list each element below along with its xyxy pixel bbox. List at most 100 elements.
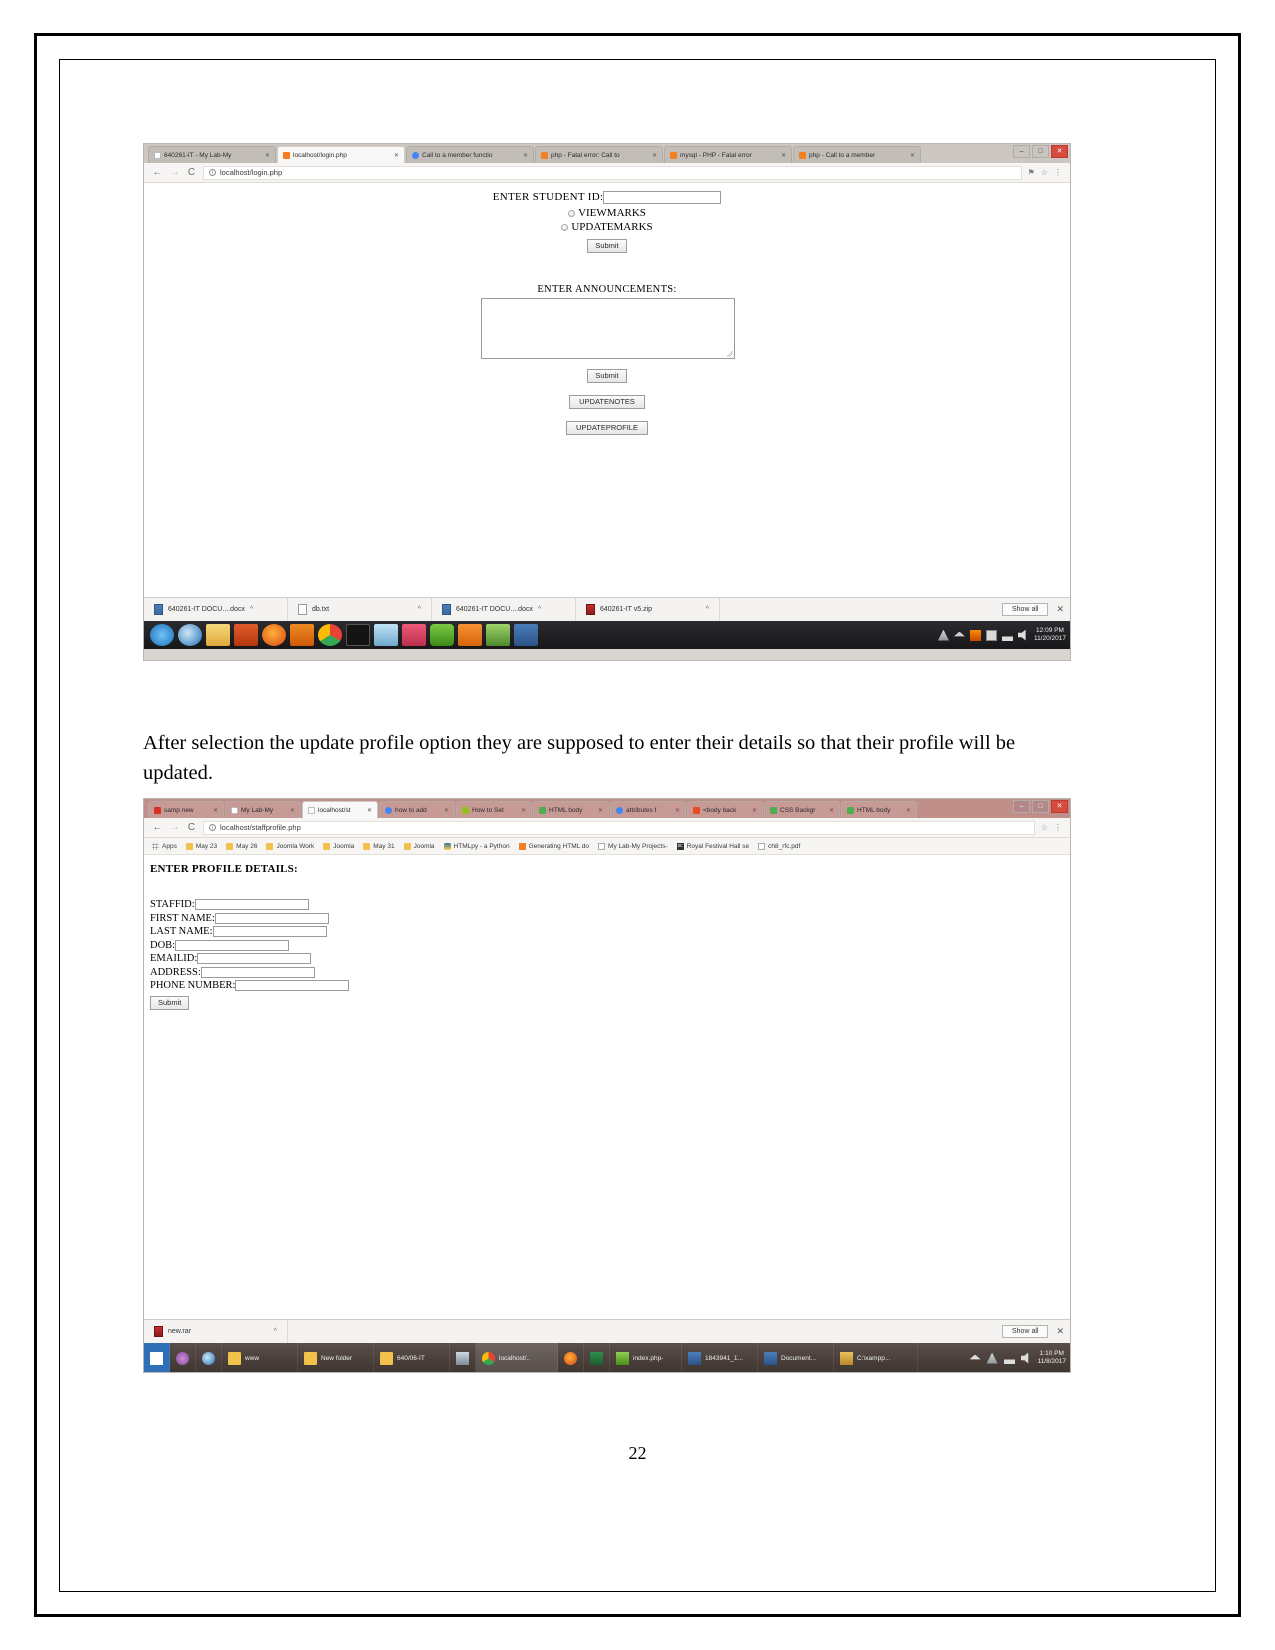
- browser2-tab-5[interactable]: HTML body ✕: [533, 801, 609, 818]
- close-icon[interactable]: ✕: [394, 152, 399, 159]
- browser2-tab-7[interactable]: <body back ✕: [687, 801, 763, 818]
- close-icon[interactable]: ✕: [444, 807, 449, 814]
- photo-viewer-icon[interactable]: [486, 624, 510, 646]
- chevron-up-icon[interactable]: ^: [538, 606, 541, 613]
- student-id-input[interactable]: [603, 191, 722, 204]
- browser2-tab-9[interactable]: HTML body ✕: [841, 801, 917, 818]
- bookmark-item[interactable]: May 31: [363, 842, 395, 850]
- reload-icon[interactable]: C: [186, 167, 197, 178]
- close-icon[interactable]: ✕: [598, 807, 603, 814]
- submit-announcements-button[interactable]: Submit: [587, 369, 627, 383]
- show-all-downloads-button[interactable]: Show all: [1001, 1325, 1049, 1338]
- maximize-button[interactable]: □: [1032, 145, 1049, 158]
- staffid-input[interactable]: [194, 899, 309, 911]
- updatenotes-button[interactable]: UPDATENOTES: [569, 395, 645, 409]
- maximize-button[interactable]: □: [1032, 800, 1049, 813]
- bookmark-item[interactable]: My Lab-My Projects-: [598, 842, 668, 850]
- lastname-input[interactable]: [212, 926, 327, 938]
- taskbar-clock[interactable]: 1:10 PM 11/8/2017: [1038, 1350, 1066, 1366]
- signal-icon[interactable]: [1003, 1352, 1015, 1364]
- submit-marks-button[interactable]: Submit: [587, 239, 627, 253]
- taskbar-item[interactable]: localhost/..: [476, 1343, 558, 1372]
- firefox-icon[interactable]: [262, 624, 286, 646]
- browser1-tab-1[interactable]: localhost/login.php ✕: [277, 146, 405, 163]
- taskbar-item[interactable]: index.php-: [610, 1343, 682, 1372]
- pin-icon[interactable]: ⚑: [1028, 168, 1035, 177]
- chevron-up-icon[interactable]: ^: [706, 606, 709, 613]
- close-icon[interactable]: ✕: [910, 152, 915, 159]
- taskbar-item[interactable]: [558, 1343, 584, 1372]
- updateprofile-button[interactable]: UPDATEPROFILE: [566, 421, 648, 435]
- taskbar-clock[interactable]: 12:09 PM 11/20/2017: [1034, 627, 1066, 643]
- chevron-up-icon[interactable]: ^: [418, 606, 421, 613]
- phone-input[interactable]: [235, 980, 350, 992]
- close-shelf-icon[interactable]: ✕: [1056, 1326, 1064, 1337]
- download-item[interactable]: 640261-IT DOCU....docx ^: [144, 598, 288, 621]
- close-icon[interactable]: ✕: [652, 152, 657, 159]
- close-icon[interactable]: ✕: [521, 807, 526, 814]
- radio-viewmarks[interactable]: [568, 209, 576, 217]
- browser2-tab-8[interactable]: CSS Backgr ✕: [764, 801, 840, 818]
- close-shelf-icon[interactable]: ✕: [1056, 604, 1064, 615]
- bookmark-item[interactable]: Joomla: [403, 842, 435, 850]
- radio-updatemarks[interactable]: [561, 223, 569, 231]
- download-item[interactable]: db.txt ^: [288, 598, 432, 621]
- media-player-icon[interactable]: [234, 624, 258, 646]
- close-icon[interactable]: ✕: [675, 807, 680, 814]
- browser1-tab-4[interactable]: mysql - PHP - Fatal error ✕: [664, 146, 792, 163]
- download-item[interactable]: new.rar ^: [144, 1320, 288, 1343]
- forward-icon[interactable]: →: [169, 167, 180, 178]
- browser2-tab-1[interactable]: My Lab-My ✕: [225, 801, 301, 818]
- profile-submit-button[interactable]: Submit: [150, 995, 190, 1010]
- browser1-tab-3[interactable]: php - Fatal error: Call to ✕: [535, 146, 663, 163]
- bookmark-item[interactable]: May 26: [226, 842, 257, 850]
- network-icon[interactable]: [986, 1352, 998, 1364]
- address-input[interactable]: [200, 966, 315, 978]
- notepad-icon[interactable]: [374, 624, 398, 646]
- taskbar-item[interactable]: www: [222, 1343, 298, 1372]
- chevron-up-icon[interactable]: ^: [274, 1328, 277, 1335]
- taskbar-item[interactable]: [450, 1343, 476, 1372]
- show-all-downloads-button[interactable]: Show all: [1001, 603, 1049, 616]
- browser1-tab-5[interactable]: php - Call to a member ✕: [793, 146, 921, 163]
- volume-icon[interactable]: [1020, 1352, 1029, 1364]
- paint-icon[interactable]: [402, 624, 426, 646]
- address-bar[interactable]: i localhost/login.php: [203, 165, 1022, 180]
- firstname-input[interactable]: [214, 912, 329, 924]
- address-bar[interactable]: i localhost/staffprofile.php: [203, 820, 1035, 835]
- bookmark-item[interactable]: Joomla: [323, 842, 354, 850]
- browser2-tab-4[interactable]: How to Set ✕: [456, 801, 532, 818]
- browser1-tab-0[interactable]: 640261-IT - My Lab-My ✕: [148, 146, 276, 163]
- signal-icon[interactable]: [1001, 629, 1013, 641]
- bookmark-item[interactable]: Joomla Work: [266, 842, 314, 850]
- bookmark-apps[interactable]: Apps: [152, 842, 177, 850]
- close-window-button[interactable]: ✕: [1051, 145, 1068, 158]
- internet-explorer-icon[interactable]: [178, 624, 202, 646]
- back-icon[interactable]: ←: [152, 167, 163, 178]
- volume-icon[interactable]: [1017, 629, 1026, 641]
- close-icon[interactable]: ✕: [290, 807, 295, 814]
- page-info-icon[interactable]: i: [209, 169, 216, 176]
- browser2-tab-2[interactable]: localhost/st ✕: [302, 801, 378, 818]
- bookmark-star-icon[interactable]: ☆: [1041, 168, 1048, 177]
- bookmark-item[interactable]: HTMLpy - a Python: [443, 842, 510, 850]
- utorrent-icon[interactable]: [430, 624, 454, 646]
- close-icon[interactable]: ✕: [367, 807, 372, 814]
- browser2-tab-6[interactable]: attributes f ✕: [610, 801, 686, 818]
- announcements-textarea[interactable]: [481, 298, 735, 359]
- close-icon[interactable]: ✕: [829, 807, 834, 814]
- close-icon[interactable]: ✕: [265, 152, 270, 159]
- close-icon[interactable]: ✕: [523, 152, 528, 159]
- taskbar-start[interactable]: [144, 1343, 170, 1372]
- taskbar-item[interactable]: [584, 1343, 610, 1372]
- taskbar-item[interactable]: 1843941_1...: [682, 1343, 758, 1372]
- close-icon[interactable]: ✕: [752, 807, 757, 814]
- close-window-button[interactable]: ✕: [1051, 800, 1068, 813]
- download-item[interactable]: 640261-IT v5.zip ^: [576, 598, 720, 621]
- taskbar-item[interactable]: 640/06-IT: [374, 1343, 450, 1372]
- menu-icon[interactable]: ⋮: [1054, 823, 1062, 832]
- bookmark-item[interactable]: sc Royal Festival Hall se: [676, 842, 749, 850]
- bookmark-item[interactable]: ch8_rfc.pdf: [758, 842, 800, 850]
- bookmark-item[interactable]: May 23: [185, 842, 217, 850]
- word-icon[interactable]: [514, 624, 538, 646]
